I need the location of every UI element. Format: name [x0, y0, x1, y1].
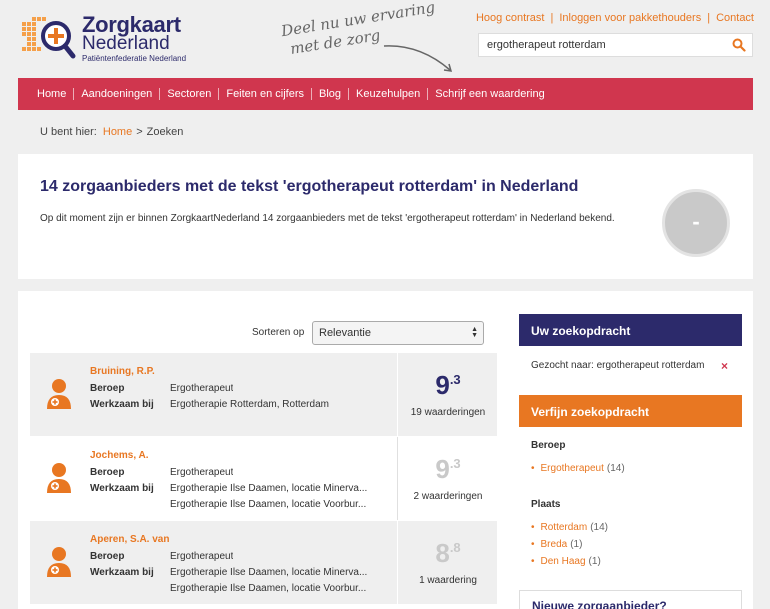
contact-link[interactable]: Contact [716, 12, 754, 24]
nav-sectoren[interactable]: Sectoren [159, 88, 218, 100]
werkzaam-value: Ergotherapie Ilse Daamen, locatie Voorbu… [170, 499, 367, 510]
main-nav: Home Aandoeningen Sectoren Feiten en cij… [18, 78, 753, 110]
facet-link[interactable]: Ergotherapeut [541, 463, 604, 474]
person-icon [47, 547, 71, 577]
sort-selected: Relevantie [319, 327, 371, 339]
rating-dec: .3 [449, 456, 461, 471]
logo-tagline: Patiëntenfederatie Nederland [82, 54, 187, 63]
rating-box: 8.8 1 waardering [397, 521, 497, 604]
high-contrast-link[interactable]: Hoog contrast [476, 12, 544, 24]
logo-map-icon [22, 17, 76, 59]
searched-for-text: Gezocht naar: ergotherapeut rotterdam [531, 360, 705, 371]
werkzaam-value: Ergotherapie Ilse Daamen, locatie Minerv… [170, 567, 368, 578]
person-icon [47, 379, 71, 409]
werkzaam-value: Ergotherapie Ilse Daamen, locatie Minerv… [170, 483, 368, 494]
select-arrows-icon: ▲ ▼ [471, 326, 478, 339]
separator: | [707, 12, 711, 24]
header: Zorgkaart Nederland Patiëntenfederatie N… [0, 0, 770, 78]
search-query-header: Uw zoekopdracht [519, 314, 742, 346]
facet-count: (1) [570, 539, 583, 550]
facet-title-plaats: Plaats [531, 499, 561, 510]
facet-count: (14) [590, 522, 608, 533]
search-box [478, 33, 753, 57]
rating-count: 19 waarderingen [410, 407, 486, 418]
facet-count: (1) [588, 556, 601, 567]
bullet-icon: • [531, 463, 535, 474]
nav-blog[interactable]: Blog [311, 88, 348, 100]
sort-label: Sorteren op [252, 327, 305, 338]
beroep-value: Ergotherapeut [170, 467, 234, 478]
facet-link[interactable]: Den Haag [541, 556, 586, 567]
breadcrumb-prefix: U bent hier: [40, 126, 97, 138]
facet-item[interactable]: • Ergotherapeut (14) [531, 463, 625, 474]
beroep-value: Ergotherapeut [170, 551, 234, 562]
logo-subtitle: Nederland [82, 33, 170, 54]
provider-name[interactable]: Jochems, A. [90, 450, 149, 461]
breadcrumb-separator: > [136, 126, 143, 138]
new-provider-box[interactable]: Nieuwe zorgaanbieder? [519, 590, 742, 609]
rating-int: 9 [435, 454, 450, 484]
werkzaam-value: Ergotherapie Ilse Daamen, locatie Voorbu… [170, 583, 367, 594]
beroep-label: Beroep [90, 551, 125, 562]
refine-header: Verfijn zoekopdracht [519, 395, 742, 427]
rating-score: 8.8 [398, 533, 498, 568]
rating-score: 9.3 [398, 365, 498, 400]
rating-box: 9.3 19 waarderingen [397, 353, 497, 436]
facet-count: (14) [606, 463, 625, 474]
rating-box: 9.3 2 waarderingen [397, 437, 497, 520]
facet-item[interactable]: • Den Haag (1) [531, 556, 601, 567]
beroep-value: Ergotherapeut [170, 383, 234, 394]
rating-dec: .8 [449, 540, 461, 555]
intro-text: Op dit moment zijn er binnen ZorgkaartNe… [40, 213, 615, 224]
logo[interactable]: Zorgkaart Nederland Patiëntenfederatie N… [18, 12, 198, 63]
separator: | [550, 12, 554, 24]
nav-home[interactable]: Home [30, 88, 73, 100]
page-title: 14 zorgaanbieders met de tekst 'ergother… [40, 178, 579, 195]
rating-count: 1 waardering [419, 575, 477, 586]
nav-aandoeningen[interactable]: Aandoeningen [73, 88, 159, 100]
breadcrumb: U bent hier: Home > Zoeken [40, 126, 183, 138]
bullet-icon: • [531, 539, 535, 550]
werkzaam-value: Ergotherapie Rotterdam, Rotterdam [170, 399, 329, 410]
rating-int: 9 [435, 370, 450, 400]
arrow-icon [383, 45, 453, 72]
nav-keuzehulpen[interactable]: Keuzehulpen [348, 88, 427, 100]
provider-name[interactable]: Bruining, R.P. [90, 366, 155, 377]
nav-feiten-en-cijfers[interactable]: Feiten en cijfers [218, 88, 311, 100]
werkzaam-label: Werkzaam bij [90, 567, 154, 578]
breadcrumb-current: Zoeken [146, 126, 184, 138]
result-row[interactable]: Aperen, S.A. van Beroep Ergotherapeut We… [30, 521, 497, 604]
facet-item[interactable]: • Breda (1) [531, 539, 582, 550]
rating-dec: .3 [449, 372, 461, 387]
facet-title-beroep: Beroep [531, 440, 566, 451]
rating-int: 8 [435, 538, 450, 568]
bullet-icon: • [531, 522, 535, 533]
top-links: Hoog contrast | Inloggen voor pakkethouder… [476, 12, 754, 24]
facet-link[interactable]: Rotterdam [541, 522, 588, 533]
werkzaam-label: Werkzaam bij [90, 483, 154, 494]
nav-schrijf-waardering[interactable]: Schrijf een waardering [427, 88, 551, 100]
werkzaam-label: Werkzaam bij [90, 399, 154, 410]
login-link[interactable]: Inloggen voor pakkethouders [559, 12, 701, 24]
rating-count: 2 waarderingen [413, 491, 483, 502]
facet-link[interactable]: Breda [541, 539, 568, 550]
bullet-icon: • [531, 556, 535, 567]
intro-card: 14 zorgaanbieders met de tekst 'ergother… [18, 154, 753, 279]
search-input[interactable] [479, 34, 719, 56]
result-row[interactable]: Jochems, A. Beroep Ergotherapeut Werkzaa… [30, 437, 497, 520]
beroep-label: Beroep [90, 467, 125, 478]
rating-score: 9.3 [398, 449, 498, 484]
breadcrumb-home[interactable]: Home [103, 126, 132, 138]
remove-search-icon[interactable]: × [721, 359, 728, 373]
beroep-label: Beroep [90, 383, 125, 394]
provider-name[interactable]: Aperen, S.A. van [90, 534, 169, 545]
search-icon[interactable] [732, 38, 746, 52]
sort-select[interactable]: Relevantie ▲ ▼ [312, 321, 484, 345]
result-row[interactable]: Bruining, R.P. Beroep Ergotherapeut Werk… [30, 353, 497, 436]
person-icon [47, 463, 71, 493]
facet-item[interactable]: • Rotterdam (14) [531, 522, 608, 533]
score-circle: - [662, 189, 730, 257]
